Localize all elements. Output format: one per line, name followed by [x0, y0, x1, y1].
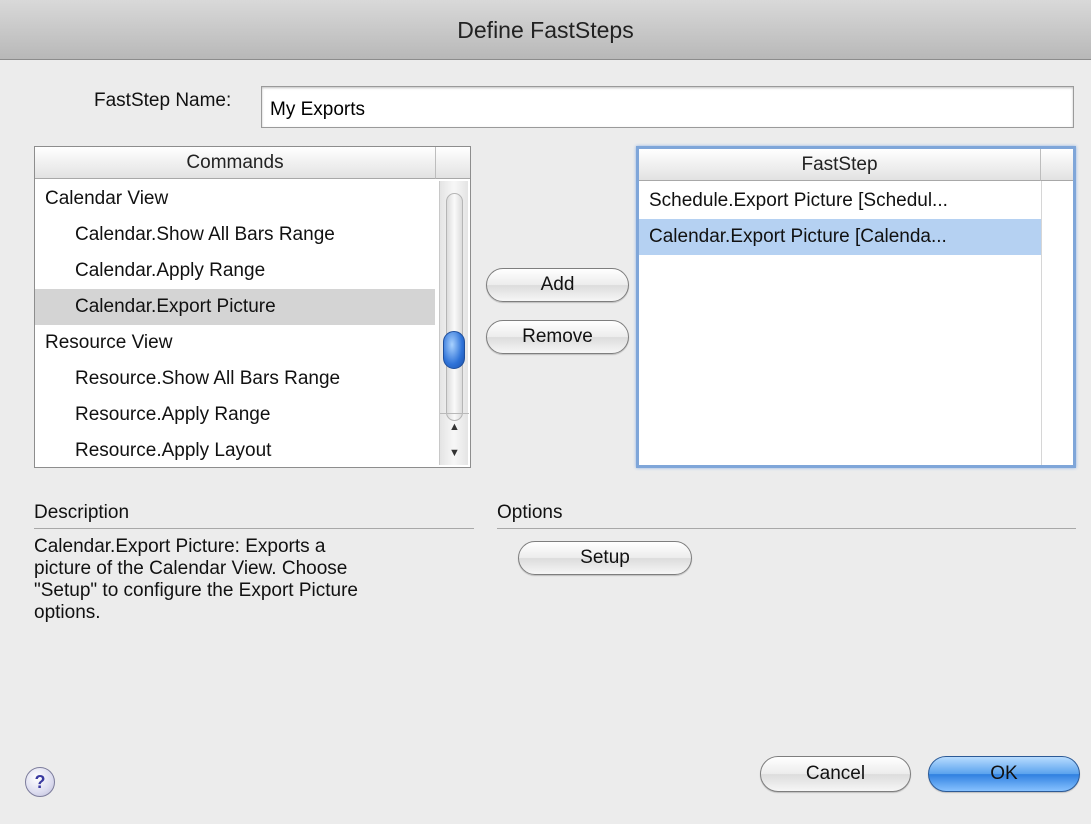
faststep-name-label: FastStep Name:	[94, 90, 232, 111]
ok-button[interactable]: OK	[928, 756, 1080, 792]
faststep-item[interactable]: Schedule.Export Picture [Schedul...	[639, 183, 1041, 219]
command-item-selected[interactable]: Calendar.Export Picture	[35, 289, 435, 325]
add-button[interactable]: Add	[486, 268, 629, 302]
faststep-list[interactable]: FastStep Schedule.Export Picture [Schedu…	[636, 146, 1076, 468]
cancel-button[interactable]: Cancel	[760, 756, 911, 792]
command-item[interactable]: Calendar.Apply Range	[35, 253, 435, 289]
options-divider	[497, 528, 1076, 529]
options-label: Options	[497, 502, 563, 523]
help-icon[interactable]: ?	[25, 767, 55, 797]
commands-rows: Calendar View Calendar.Show All Bars Ran…	[35, 181, 435, 469]
faststep-item-selected[interactable]: Calendar.Export Picture [Calenda...	[639, 219, 1041, 255]
faststep-column-header[interactable]: FastStep	[639, 149, 1041, 181]
command-item[interactable]: Calendar.Show All Bars Range	[35, 217, 435, 253]
faststep-name-input[interactable]	[261, 86, 1074, 128]
faststep-header-corner	[1041, 149, 1073, 181]
scroll-thumb[interactable]	[443, 331, 465, 369]
window-title: Define FastSteps	[0, 0, 1091, 60]
command-item[interactable]: Resource.Apply Layout	[35, 433, 435, 469]
command-group-resource-view[interactable]: Resource View	[35, 325, 435, 361]
description-label: Description	[34, 502, 130, 523]
commands-list[interactable]: Commands Calendar View Calendar.Show All…	[34, 146, 471, 468]
description-divider	[34, 528, 474, 529]
commands-scrollbar[interactable]: ▲ ▼	[439, 181, 469, 465]
setup-button[interactable]: Setup	[518, 541, 692, 575]
scroll-down-arrow-icon[interactable]: ▼	[440, 440, 469, 466]
command-item[interactable]: Resource.Apply Range	[35, 397, 435, 433]
scroll-arrows: ▲ ▼	[440, 413, 469, 465]
scroll-track	[446, 193, 463, 421]
commands-header-corner	[436, 147, 470, 179]
command-group-calendar-view[interactable]: Calendar View	[35, 181, 435, 217]
remove-button[interactable]: Remove	[486, 320, 629, 354]
faststep-rows: Schedule.Export Picture [Schedul... Cale…	[639, 183, 1041, 255]
scroll-up-arrow-icon[interactable]: ▲	[440, 414, 469, 440]
commands-column-header[interactable]: Commands	[35, 147, 436, 179]
command-item[interactable]: Resource.Show All Bars Range	[35, 361, 435, 397]
description-text: Calendar.Export Picture: Exports a pictu…	[34, 536, 359, 623]
faststep-column-divider	[1041, 181, 1042, 465]
